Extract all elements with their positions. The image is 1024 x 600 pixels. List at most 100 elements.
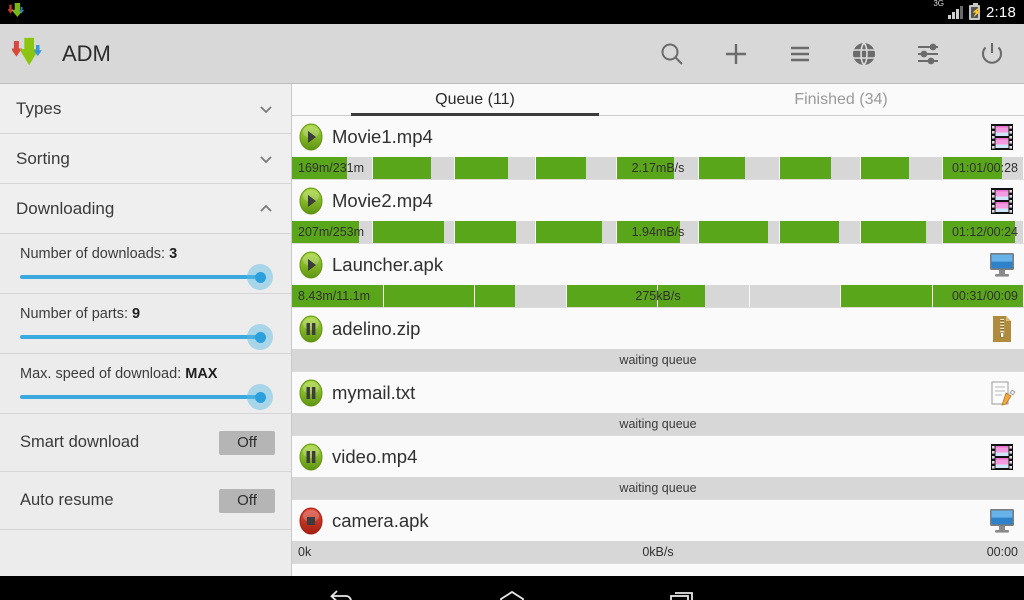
download-status-bar: waiting queue [292, 349, 1024, 371]
tab-queue[interactable]: Queue (11) [292, 84, 658, 115]
back-icon[interactable] [316, 580, 368, 600]
monitor-icon [988, 506, 1016, 536]
progress-segment [373, 221, 454, 243]
add-icon[interactable] [704, 24, 768, 84]
download-item[interactable]: camera.apk 0k0kB/s00:00 [292, 500, 1024, 564]
setting-label: Number of downloads: 3 [20, 246, 275, 262]
play-icon[interactable] [298, 251, 324, 279]
progress-segment [943, 157, 1024, 179]
home-icon[interactable] [486, 580, 538, 600]
signal-strength-icon [948, 6, 963, 19]
setting-label: Smart download [20, 433, 139, 452]
pause-icon[interactable] [298, 315, 324, 343]
setting-value: 3 [169, 246, 177, 262]
film-icon [988, 122, 1016, 152]
download-item[interactable]: mymail.txtwaiting queue [292, 372, 1024, 436]
android-nav-bar [0, 576, 1024, 600]
settings-icon[interactable] [896, 24, 960, 84]
download-progress-bar: 169m/231m2.17mB/s01:01/00:28 [292, 157, 1024, 179]
progress-right-label: 00:00 [987, 541, 1018, 563]
content-area: Types Sorting Downloading Number [0, 84, 1024, 576]
pause-icon[interactable] [298, 379, 324, 407]
sidebar-section-label: Sorting [16, 149, 70, 169]
setting-label: Max. speed of download: MAX [20, 366, 275, 382]
battery-charging-icon [969, 5, 980, 20]
power-icon[interactable] [960, 24, 1024, 84]
progress-center-label: 0kB/s [292, 541, 1024, 563]
progress-segment [455, 221, 536, 243]
smart-download-toggle[interactable]: Off [219, 431, 275, 455]
progress-segment [617, 157, 698, 179]
recents-icon[interactable] [656, 580, 708, 600]
download-item-header: adelino.zip [292, 308, 1024, 349]
slider-thumb[interactable] [247, 264, 273, 290]
download-item-header: Movie2.mp4 [292, 180, 1024, 221]
slider-thumb[interactable] [247, 384, 273, 410]
download-item-header: camera.apk [292, 500, 1024, 541]
download-item[interactable]: Launcher.apk8.43m/11.1m275kB/s00:31/00:0… [292, 244, 1024, 308]
progress-segment [455, 157, 536, 179]
progress-segment [536, 157, 617, 179]
progress-segment [567, 285, 659, 307]
progress-segment [861, 157, 942, 179]
browser-icon[interactable] [832, 24, 896, 84]
download-file-name: adelino.zip [332, 318, 420, 340]
sidebar-section-downloading[interactable]: Downloading [0, 184, 291, 234]
download-item[interactable]: Movie1.mp4 169m/231m2.17mB/s01:01/00:28 [292, 116, 1024, 180]
sidebar-section-types[interactable]: Types [0, 84, 291, 134]
play-icon[interactable] [298, 187, 324, 215]
downloads-slider[interactable] [20, 275, 261, 279]
clock-label: 2:18 [986, 4, 1016, 21]
download-file-name: Movie1.mp4 [332, 126, 433, 148]
progress-left-label: 0k [298, 541, 311, 563]
sidebar-section-sorting[interactable]: Sorting [0, 134, 291, 184]
download-status-bar: waiting queue [292, 477, 1024, 499]
app-bar-actions [640, 24, 1024, 84]
setting-label-text: Max. speed of download: [20, 366, 185, 382]
download-item[interactable]: video.mp4 waiting queue [292, 436, 1024, 500]
sidebar: Types Sorting Downloading Number [0, 84, 292, 576]
play-icon[interactable] [298, 123, 324, 151]
download-item-header: mymail.txt [292, 372, 1024, 413]
menu-icon[interactable] [768, 24, 832, 84]
setting-number-of-downloads: Number of downloads: 3 [0, 234, 291, 294]
main-panel: Queue (11) Finished (34) Movie1.mp4 169m/… [292, 84, 1024, 576]
download-item[interactable]: adelino.zip waiting queue [292, 308, 1024, 372]
auto-resume-toggle[interactable]: Off [219, 489, 275, 513]
sidebar-section-label: Downloading [16, 199, 114, 219]
download-item-header: Launcher.apk [292, 244, 1024, 285]
stop-icon[interactable] [298, 507, 324, 535]
download-file-name: camera.apk [332, 510, 429, 532]
progress-segment [475, 285, 567, 307]
sidebar-section-label: Types [16, 99, 61, 119]
setting-label: Auto resume [20, 491, 114, 510]
monitor-icon [988, 250, 1016, 280]
progress-segment [536, 221, 617, 243]
chevron-down-icon [257, 150, 275, 168]
app-bar: ADM [0, 24, 1024, 84]
download-item-header: video.mp4 [292, 436, 1024, 477]
pause-icon[interactable] [298, 443, 324, 471]
progress-segment [861, 221, 942, 243]
tab-bar: Queue (11) Finished (34) [292, 84, 1024, 116]
setting-value: MAX [185, 366, 217, 382]
download-item[interactable]: Movie2.mp4207m/253m1.94mB/s01:12/00:24 [292, 180, 1024, 244]
setting-label-text: Number of parts: [20, 306, 132, 322]
notepad-icon [988, 378, 1016, 408]
progress-segment [699, 157, 780, 179]
progress-segment [617, 221, 698, 243]
slider-thumb[interactable] [247, 324, 273, 350]
progress-segment [933, 285, 1024, 307]
search-icon[interactable] [640, 24, 704, 84]
download-progress-bar: 0k0kB/s00:00 [292, 541, 1024, 563]
progress-segment [658, 285, 750, 307]
max-speed-slider[interactable] [20, 395, 261, 399]
adm-logo-icon [12, 36, 50, 72]
progress-segment [943, 221, 1024, 243]
parts-slider[interactable] [20, 335, 261, 339]
progress-segment [780, 221, 861, 243]
network-type-label: 3G [933, 0, 944, 8]
download-file-name: mymail.txt [332, 382, 415, 404]
download-file-name: video.mp4 [332, 446, 417, 468]
tab-finished[interactable]: Finished (34) [658, 84, 1024, 115]
